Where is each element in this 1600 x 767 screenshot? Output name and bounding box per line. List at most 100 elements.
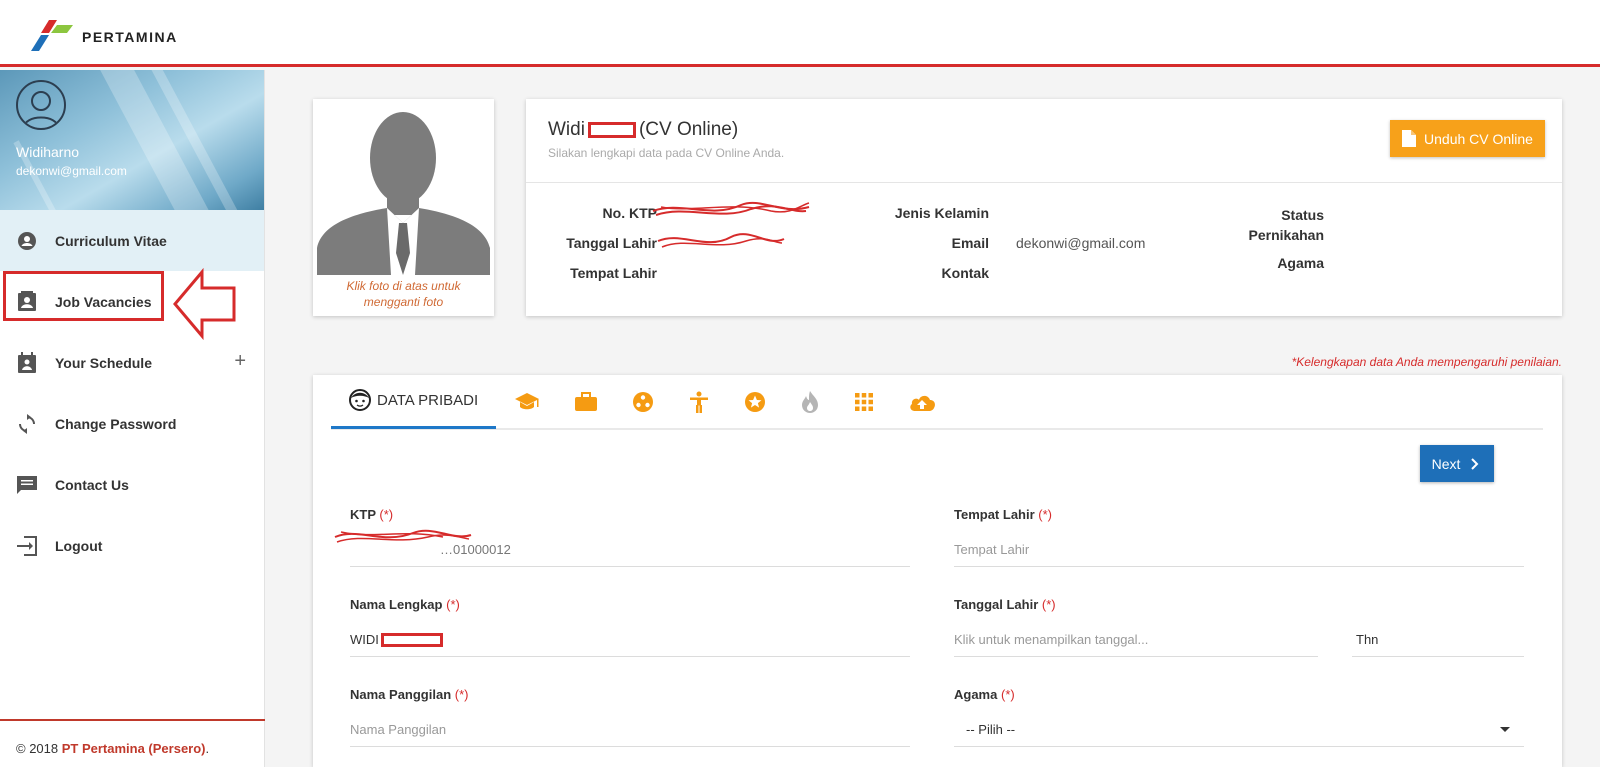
email-value: dekonwi@gmail.com xyxy=(1016,235,1146,251)
nickname-placeholder: Nama Panggilan xyxy=(350,722,447,737)
gender-label: Jenis Kelamin xyxy=(894,205,989,221)
next-button[interactable]: Next xyxy=(1420,445,1494,482)
pertamina-logo-icon xyxy=(31,20,73,51)
birth-date-field-label: Tanggal Lahir (*) xyxy=(954,597,1056,612)
fire-icon xyxy=(802,390,819,413)
birth-year-input[interactable]: Thn xyxy=(1352,623,1524,657)
organization-icon xyxy=(633,391,654,412)
chevron-right-icon xyxy=(1471,457,1479,470)
religion-field-label-text: Agama xyxy=(954,687,998,702)
sidebar-footer: © 2018 PT Pertamina (Persero). xyxy=(0,719,265,767)
religion-select[interactable]: -- Pilih -- xyxy=(954,713,1524,747)
tab-data-pribadi-label: DATA PRIBADI xyxy=(377,391,479,409)
completeness-note: *Kelengkapan data Anda mempengaruhi peni… xyxy=(1291,355,1562,369)
birth-year-placeholder: Thn xyxy=(1356,632,1379,647)
download-cv-button[interactable]: Unduh CV Online xyxy=(1390,120,1545,157)
tab-data-pribadi[interactable]: DATA PRIBADI xyxy=(331,374,497,429)
required-mark: (*) xyxy=(454,687,469,702)
nickname-input[interactable]: Nama Panggilan xyxy=(350,713,910,747)
sidebar-item-your-schedule[interactable]: Your Schedule + xyxy=(0,332,264,393)
ktp-label: No. KTP xyxy=(602,205,657,221)
accessibility-icon xyxy=(690,391,709,413)
logo-text: PERTAMINA xyxy=(82,29,178,45)
birth-date-field-label-text: Tanggal Lahir xyxy=(954,597,1039,612)
copyright-suffix: . xyxy=(205,741,210,756)
next-label: Next xyxy=(1431,455,1461,472)
required-mark: (*) xyxy=(1000,687,1015,702)
photo-card[interactable]: Klik foto di atas untuk mengganti foto xyxy=(313,99,494,316)
email-label: Email xyxy=(951,235,989,251)
birth-place-placeholder: Tempat Lahir xyxy=(954,542,1030,557)
birth-place-input[interactable]: Tempat Lahir xyxy=(954,533,1524,567)
copyright-brand[interactable]: PT Pertamina (Persero) xyxy=(62,741,206,756)
apps-grid-icon xyxy=(855,392,874,411)
redaction-box xyxy=(380,632,443,647)
tab-interest[interactable] xyxy=(778,374,832,429)
birth-place-label: Tempat Lahir xyxy=(570,265,657,281)
full-name-field-label-text: Nama Lengkap xyxy=(350,597,443,612)
birth-place-field-label-text: Tempat Lahir xyxy=(954,507,1035,522)
redaction-scribble xyxy=(652,201,810,216)
tab-skills[interactable] xyxy=(666,374,722,429)
avatar[interactable] xyxy=(16,80,66,130)
sidebar-item-label: Curriculum Vitae xyxy=(55,232,167,249)
photo-caption: Klik foto di atas untuk mengganti foto xyxy=(346,279,461,309)
ktp-field-label-text: KTP xyxy=(350,507,376,522)
briefcase-icon xyxy=(575,391,598,411)
birth-place-field-label: Tempat Lahir (*) xyxy=(954,507,1052,522)
sidebar-item-contact-us[interactable]: Contact Us xyxy=(0,454,264,515)
profile-photo[interactable] xyxy=(317,103,490,275)
tab-organization[interactable] xyxy=(610,374,666,429)
birth-date-label: Tanggal Lahir xyxy=(566,235,657,251)
user-email: dekonwi@gmail.com xyxy=(16,164,127,178)
tab-achievement[interactable] xyxy=(722,374,778,429)
sidebar-item-logout[interactable]: Logout xyxy=(0,515,264,576)
calendar-icon xyxy=(16,351,38,374)
tab-education[interactable] xyxy=(496,374,552,429)
sidebar-item-label: Your Schedule xyxy=(55,354,152,371)
user-avatar-icon xyxy=(23,91,59,128)
tab-work[interactable] xyxy=(552,374,610,429)
silhouette-icon xyxy=(317,112,490,275)
download-cv-label: Unduh CV Online xyxy=(1424,130,1533,147)
annotation-arrow-icon xyxy=(173,268,236,340)
star-icon xyxy=(745,391,766,412)
user-name: Widiharno xyxy=(16,144,80,160)
tab-apps[interactable] xyxy=(832,374,886,429)
profile-name: Widi xyxy=(548,119,585,140)
religion-selected-value: -- Pilih -- xyxy=(966,722,1016,737)
full-name-input[interactable]: WIDI xyxy=(350,623,910,657)
full-name-input-value: WIDI xyxy=(350,632,379,647)
birth-date-input[interactable]: Klik untuk menampilkan tanggal... xyxy=(954,623,1318,657)
redaction-box xyxy=(587,122,636,138)
pertamina-logo[interactable]: PERTAMINA xyxy=(27,17,178,53)
sidebar-item-curriculum-vitae[interactable]: Curriculum Vitae xyxy=(0,210,264,271)
sidebar-item-change-password[interactable]: Change Password xyxy=(0,393,264,454)
religion-label: Agama xyxy=(1277,255,1324,271)
annotation-highlight-box xyxy=(3,271,164,321)
ktp-field-label: KTP (*) xyxy=(350,507,393,522)
nickname-field-label: Nama Panggilan (*) xyxy=(350,687,468,702)
required-mark: (*) xyxy=(1041,597,1056,612)
message-icon xyxy=(16,474,38,496)
person-pin-icon xyxy=(16,230,38,252)
profile-summary-header: Widi (CV Online) Silakan lengkapi data p… xyxy=(526,99,1562,183)
nickname-field-label-text: Nama Panggilan xyxy=(350,687,452,702)
redaction-scribble xyxy=(334,529,472,543)
cv-tabs: DATA PRIBADI xyxy=(331,375,1543,430)
document-icon xyxy=(1402,130,1417,147)
birth-date-placeholder: Klik untuk menampilkan tanggal... xyxy=(954,632,1149,647)
education-icon xyxy=(515,392,540,409)
cloud-upload-icon xyxy=(910,395,936,411)
required-mark: (*) xyxy=(1038,507,1053,522)
dropdown-arrow-icon xyxy=(1500,727,1510,732)
refresh-icon xyxy=(16,413,38,435)
sidebar-item-label: Change Password xyxy=(55,415,177,432)
profile-name-suffix: (CV Online) xyxy=(638,119,739,140)
logout-icon xyxy=(16,535,38,557)
tab-upload[interactable] xyxy=(886,374,948,429)
marital-status-label: Status Pernikahan xyxy=(1248,207,1324,243)
expand-plus-icon[interactable]: + xyxy=(234,350,246,373)
redaction-scribble xyxy=(657,233,785,248)
profile-banner: Widiharno dekonwi@gmail.com xyxy=(0,70,264,210)
